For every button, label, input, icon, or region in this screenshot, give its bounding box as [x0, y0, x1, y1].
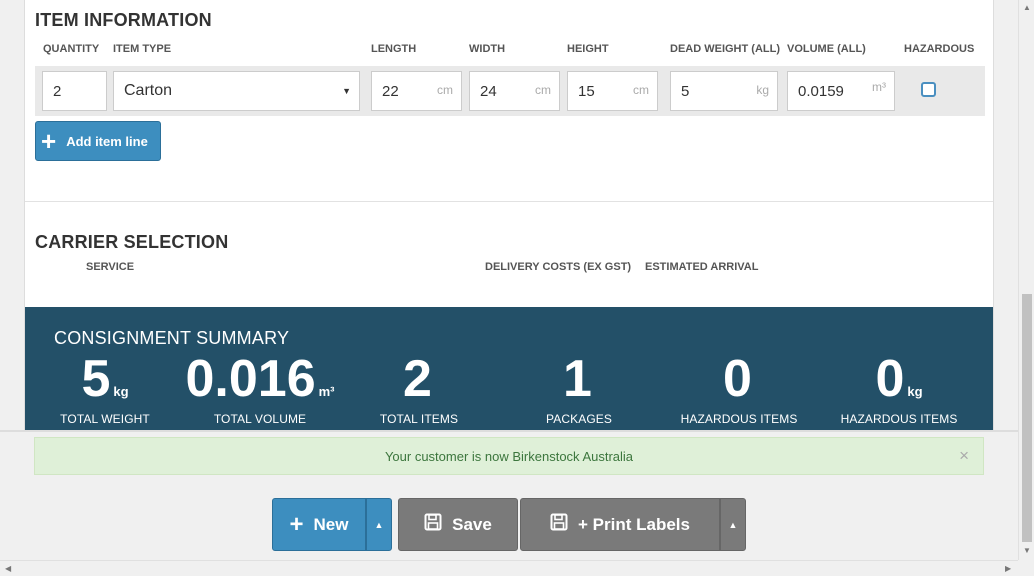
col-length: LENGTH	[371, 43, 417, 55]
col-estimated-arrival: ESTIMATED ARRIVAL	[645, 261, 759, 273]
stat-value: 0	[875, 350, 905, 408]
stat-packages: 1 PACKAGES	[499, 350, 659, 426]
volume-value: 0.0159	[798, 82, 844, 100]
section-divider	[25, 201, 993, 202]
stat-suffix: kg	[907, 384, 923, 399]
fixed-footer-separator	[0, 430, 1018, 432]
col-service: SERVICE	[86, 261, 135, 273]
consignment-summary-panel: CONSIGNMENT SUMMARY 5 kg TOTAL WEIGHT 0.0…	[25, 307, 993, 430]
add-item-line-label: Add item line	[66, 133, 148, 149]
col-volume: VOLUME (ALL)	[787, 43, 866, 55]
vertical-scrollbar[interactable]: ▲ ▼	[1018, 0, 1034, 560]
floppy-disk-icon	[424, 513, 442, 536]
volume-unit: m³	[872, 80, 886, 94]
stat-total-items: 2 TOTAL ITEMS	[339, 350, 499, 426]
print-labels-button[interactable]: + Print Labels	[520, 498, 720, 551]
stat-label: TOTAL ITEMS	[379, 412, 459, 426]
col-item-type: ITEM TYPE	[113, 43, 172, 55]
item-type-value: Carton	[124, 82, 173, 99]
quantity-input[interactable]: 2	[42, 71, 107, 111]
width-unit: cm	[535, 83, 551, 97]
length-unit: cm	[437, 83, 453, 97]
stat-value: 2	[403, 350, 432, 408]
stat-value: 1	[563, 350, 592, 408]
height-input[interactable]: 15 cm	[567, 71, 658, 111]
horizontal-scrollbar[interactable]: ◀ ▶	[0, 560, 1018, 576]
stat-label: PACKAGES	[546, 412, 612, 426]
col-height: HEIGHT	[567, 43, 609, 55]
length-input[interactable]: 22 cm	[371, 71, 462, 111]
consignment-form-page: ITEM INFORMATION QUANTITY ITEM TYPE LENG…	[24, 0, 994, 430]
height-unit: cm	[633, 83, 649, 97]
stat-value: 0.016	[185, 350, 316, 408]
caret-up-icon: ▲	[374, 519, 384, 530]
item-information-title: ITEM INFORMATION	[35, 10, 212, 30]
dead-weight-input[interactable]: 5 kg	[670, 71, 778, 111]
width-value: 24	[480, 82, 497, 100]
stat-hazardous-items: 0 HAZARDOUS ITEMS	[659, 350, 819, 426]
scroll-down-icon[interactable]: ▼	[1023, 546, 1031, 555]
new-button[interactable]: + New	[272, 498, 366, 551]
dropdown-caret-icon: ▼	[342, 86, 351, 96]
save-button-label: Save	[452, 514, 492, 534]
dead-weight-value: 5	[681, 82, 690, 100]
consignment-summary-title: CONSIGNMENT SUMMARY	[54, 328, 290, 348]
plus-icon: +	[289, 510, 304, 538]
new-button-label: New	[313, 514, 349, 534]
col-width: WIDTH	[469, 43, 506, 55]
volume-input[interactable]: 0.0159 m³	[787, 71, 895, 111]
hazardous-checkbox[interactable]	[921, 82, 936, 97]
quantity-value: 2	[53, 82, 62, 100]
new-dropdown-toggle[interactable]: ▲	[366, 498, 392, 551]
save-button[interactable]: Save	[398, 498, 518, 551]
stat-total-volume: 0.016 m³ TOTAL VOLUME	[180, 350, 340, 426]
alert-message: Your customer is now Birkenstock Austral…	[384, 448, 634, 464]
plus-icon: +	[41, 126, 57, 156]
add-item-line-button[interactable]: + Add item line	[35, 121, 161, 161]
length-value: 22	[382, 82, 399, 100]
stat-label: HAZARDOUS ITEMS	[680, 412, 798, 426]
col-quantity: QUANTITY	[43, 43, 100, 55]
carrier-selection-title: CARRIER SELECTION	[35, 232, 229, 252]
stat-label: TOTAL WEIGHT	[60, 412, 150, 426]
item-line-row: 2 Carton ▼ 22 cm 24 cm 15 cm 5 kg 0.0159…	[35, 66, 985, 116]
print-labels-label: + Print Labels	[578, 514, 690, 534]
item-type-select[interactable]: Carton ▼	[113, 71, 360, 111]
stat-value: 0	[723, 350, 752, 408]
close-icon[interactable]: ×	[959, 446, 969, 466]
customer-alert: Your customer is now Birkenstock Austral…	[34, 437, 984, 475]
dead-weight-unit: kg	[756, 83, 769, 97]
col-hazardous: HAZARDOUS	[904, 43, 975, 55]
scrollbar-thumb[interactable]	[1022, 294, 1032, 542]
stat-total-weight: 5 kg TOTAL WEIGHT	[25, 350, 185, 426]
scroll-left-icon[interactable]: ◀	[5, 564, 11, 573]
col-delivery-costs: DELIVERY COSTS (EX GST)	[485, 261, 632, 273]
width-input[interactable]: 24 cm	[469, 71, 560, 111]
stat-suffix: kg	[113, 384, 129, 399]
floppy-disk-icon	[550, 513, 568, 536]
stat-label: TOTAL VOLUME	[213, 412, 307, 426]
stat-hazardous-weight: 0 kg HAZARDOUS ITEMS	[819, 350, 979, 426]
scroll-right-icon[interactable]: ▶	[1005, 564, 1011, 573]
height-value: 15	[578, 82, 595, 100]
scroll-up-icon[interactable]: ▲	[1023, 3, 1031, 12]
col-dead-weight: DEAD WEIGHT (ALL)	[670, 43, 780, 55]
stat-value: 5	[81, 350, 111, 408]
print-dropdown-toggle[interactable]: ▲	[720, 498, 746, 551]
stat-label: HAZARDOUS ITEMS	[840, 412, 958, 426]
stat-suffix: m³	[318, 384, 335, 399]
caret-up-icon: ▲	[728, 519, 738, 530]
